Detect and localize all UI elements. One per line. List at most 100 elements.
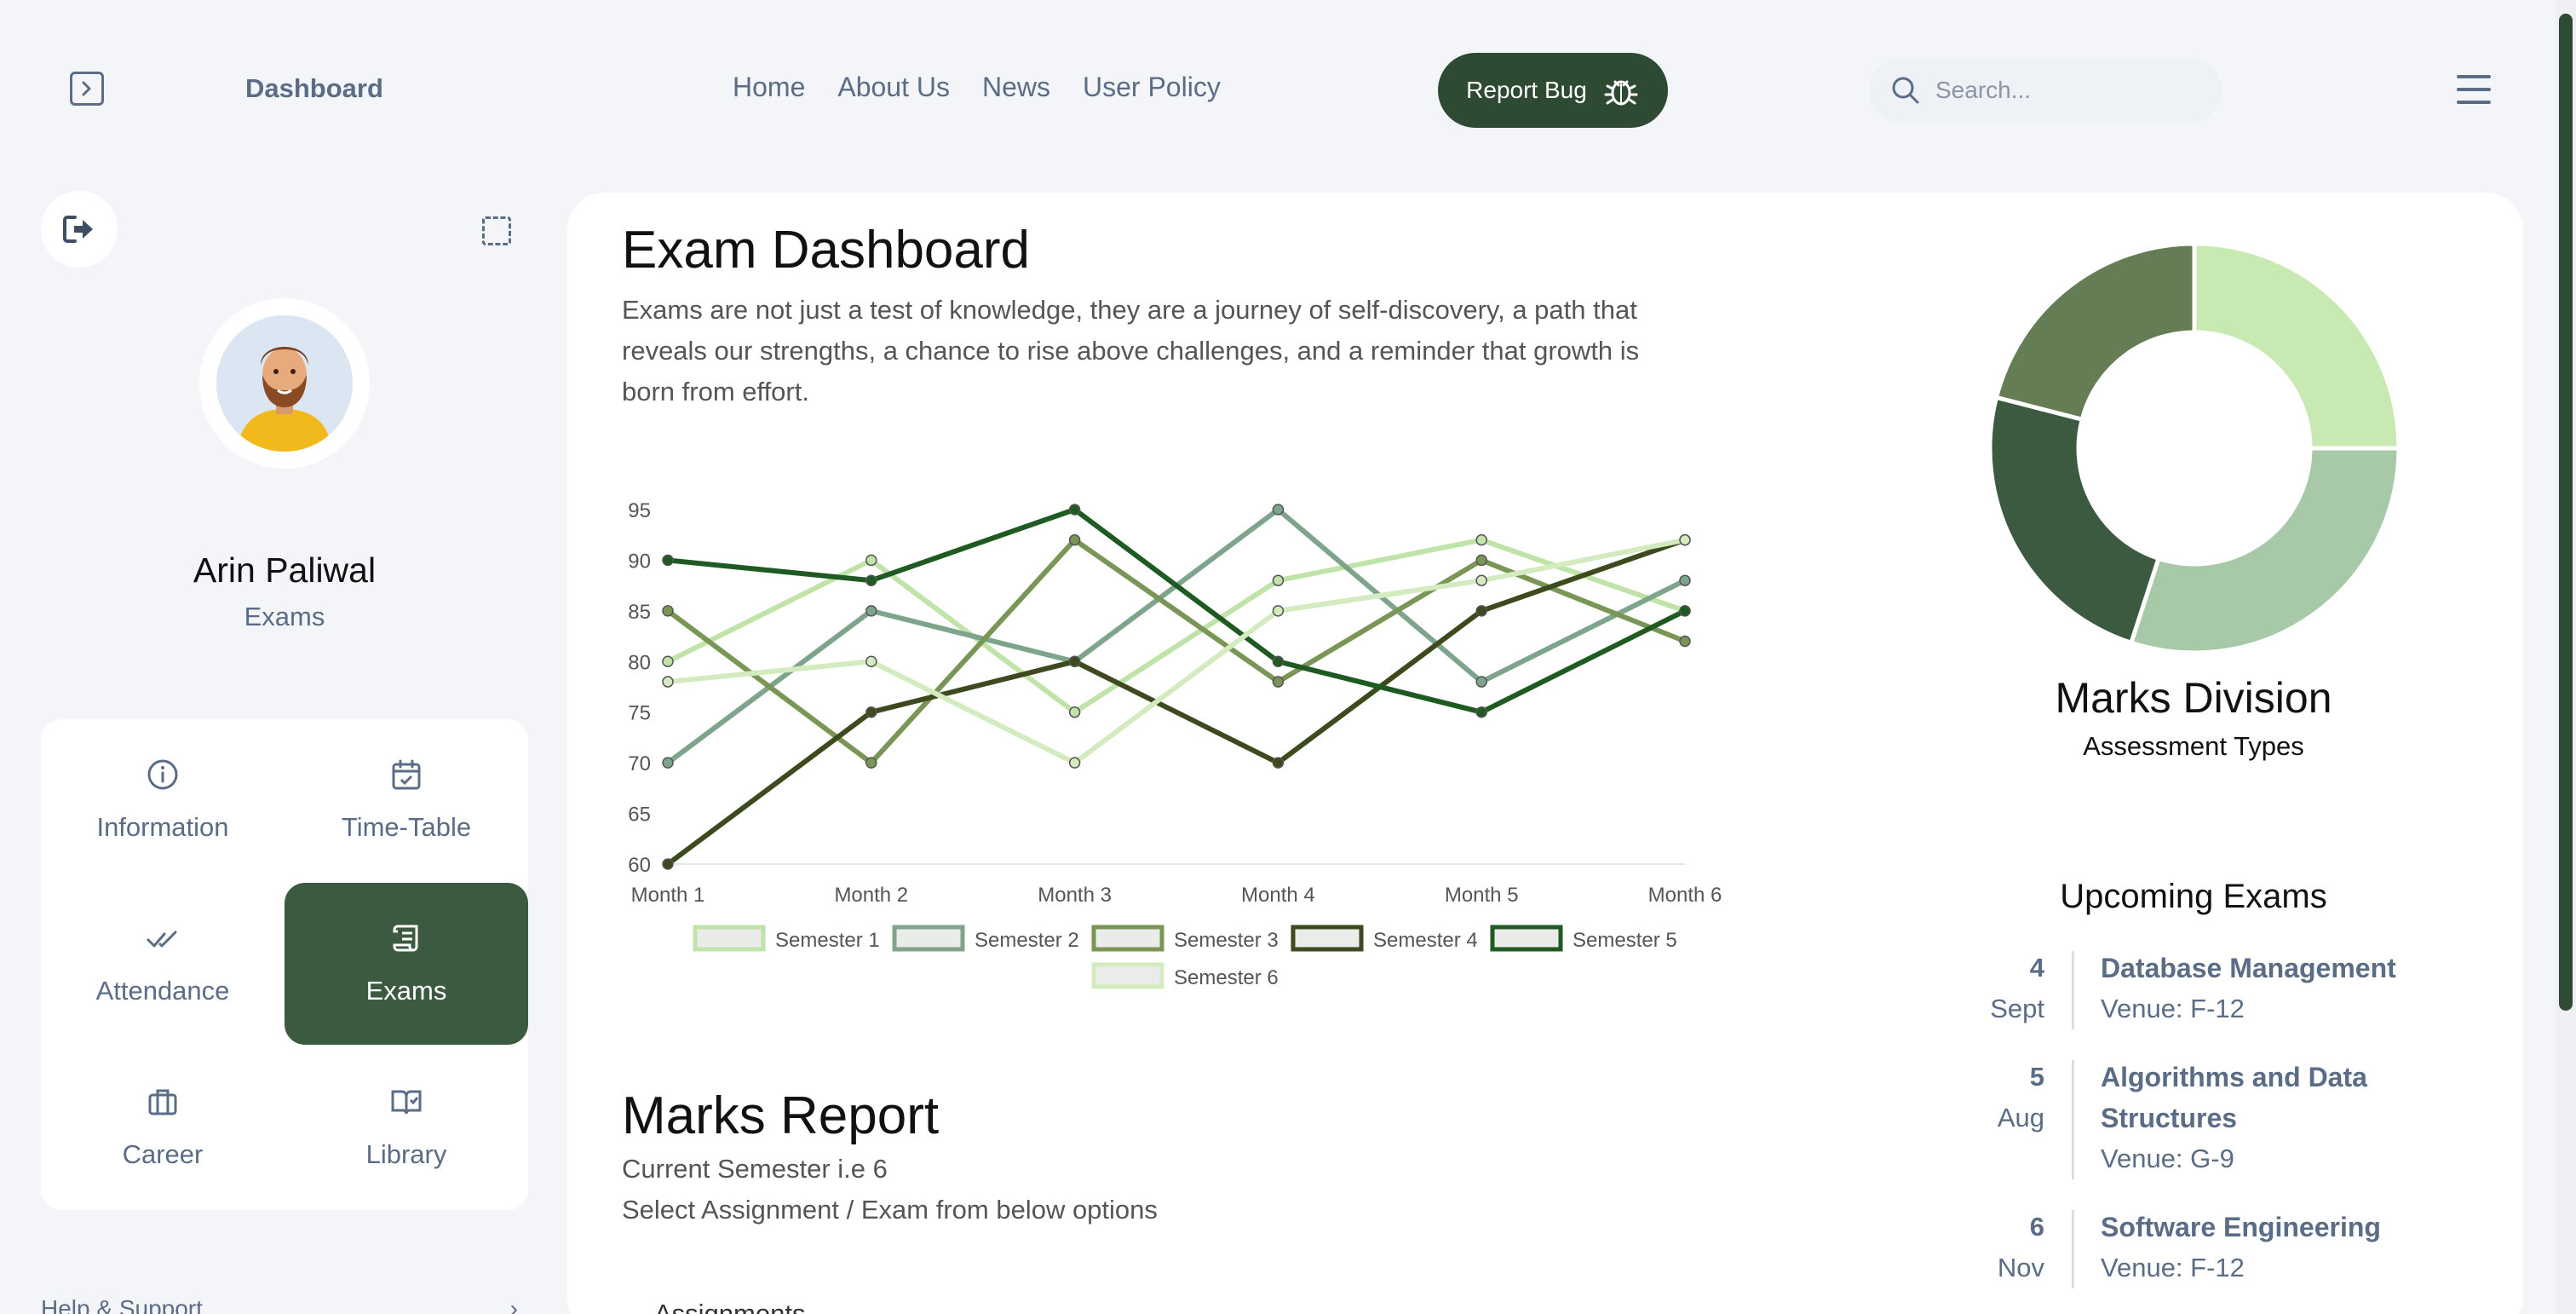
exam-venue: Venue: F-12 bbox=[2101, 994, 2245, 1023]
data-point bbox=[662, 655, 674, 668]
data-point bbox=[662, 757, 674, 769]
scrollbar-thumb[interactable] bbox=[2559, 14, 2573, 1011]
y-tick-label: 95 bbox=[628, 499, 651, 522]
data-point bbox=[1272, 605, 1285, 617]
search-input[interactable] bbox=[1935, 77, 2208, 104]
sidebar-item-attendance[interactable]: Attendance bbox=[41, 883, 285, 1045]
help-support-label: Help & Support bbox=[41, 1295, 203, 1314]
sidebar-item-exams[interactable]: Exams bbox=[285, 883, 528, 1045]
sidebar-toggle-button[interactable] bbox=[70, 72, 104, 106]
select-area-icon[interactable] bbox=[482, 216, 511, 245]
donut-slice bbox=[2192, 241, 2401, 451]
data-point bbox=[662, 676, 674, 688]
page-description: Exams are not just a test of knowledge, … bbox=[622, 295, 1640, 406]
y-tick-label: 85 bbox=[628, 601, 651, 624]
legend-swatch bbox=[1091, 925, 1164, 952]
data-point bbox=[662, 858, 674, 870]
exam-divider bbox=[2072, 1060, 2074, 1179]
exam-line-chart: 60 65 70 75 80 85 90 95 Month 1 Month 2 Month 3 Mon… bbox=[628, 499, 1722, 989]
sidebar-item-label: Exams bbox=[365, 976, 447, 1006]
x-tick-label: Month 6 bbox=[1648, 884, 1722, 907]
data-point bbox=[1475, 533, 1487, 546]
chevron-down-icon: ⌄ bbox=[839, 1299, 862, 1314]
x-tick-label: Month 3 bbox=[1038, 884, 1112, 907]
sidebar-item-label: Time-Table bbox=[341, 812, 472, 842]
legend-swatch bbox=[1291, 925, 1364, 952]
help-support-item[interactable]: Help & Support › bbox=[41, 1295, 518, 1314]
legend-swatch bbox=[1091, 962, 1164, 989]
exam-date: 5 Aug bbox=[1959, 1057, 2044, 1138]
data-point bbox=[865, 655, 877, 668]
scroll-icon bbox=[393, 925, 418, 952]
nav-news[interactable]: News bbox=[982, 72, 1050, 103]
nav-about-us[interactable]: About Us bbox=[837, 72, 950, 103]
nav-user-policy[interactable]: User Policy bbox=[1083, 72, 1221, 103]
report-bug-button[interactable]: Report Bug bbox=[1438, 53, 1668, 128]
data-point bbox=[662, 605, 674, 617]
upcoming-exam-item[interactable]: 6 Nov Software Engineering Venue: F-12 bbox=[1959, 1207, 2470, 1292]
search-box[interactable] bbox=[1869, 58, 2222, 123]
x-tick-label: Month 5 bbox=[1445, 884, 1519, 907]
sidebar-item-time-table[interactable]: Time-Table bbox=[285, 719, 528, 881]
legend-swatch bbox=[693, 925, 766, 952]
legend-swatch bbox=[892, 925, 965, 952]
dropdown-value: Assignments bbox=[654, 1299, 806, 1314]
sidebar-menu: Information Time-Table Attendance Exams … bbox=[41, 719, 528, 1210]
sidebar-item-label: Career bbox=[122, 1139, 204, 1169]
sidebar-item-library[interactable]: Library bbox=[285, 1046, 528, 1208]
donut-title: Marks Division bbox=[2055, 674, 2332, 722]
user-role: Exams bbox=[244, 602, 325, 631]
sidebar-item-career[interactable]: Career bbox=[41, 1046, 285, 1208]
brand-title[interactable]: Dashboard bbox=[245, 73, 383, 104]
y-tick-label: 90 bbox=[628, 550, 651, 573]
legend-label: Semester 2 bbox=[975, 929, 1079, 952]
bug-icon bbox=[1604, 80, 1638, 106]
data-point bbox=[865, 554, 877, 567]
marks-report-semester: Current Semester i.e 6 bbox=[622, 1154, 888, 1184]
sidebar-item-information[interactable]: Information bbox=[41, 719, 285, 881]
y-tick-label: 60 bbox=[628, 854, 651, 877]
data-point bbox=[1679, 574, 1691, 586]
page-title: Exam Dashboard bbox=[622, 221, 1031, 280]
logout-icon bbox=[63, 216, 93, 243]
nav-home[interactable]: Home bbox=[733, 72, 805, 103]
logout-button[interactable] bbox=[41, 191, 118, 268]
upcoming-exams-title: Upcoming Exams bbox=[2060, 878, 2327, 915]
data-point bbox=[865, 574, 877, 586]
legend-swatch bbox=[1490, 925, 1563, 952]
data-point bbox=[1272, 757, 1285, 769]
data-point bbox=[1475, 554, 1487, 567]
donut-subtitle: Assessment Types bbox=[2083, 731, 2304, 761]
data-point bbox=[1475, 605, 1487, 617]
user-name: Arin Paliwal bbox=[193, 550, 377, 590]
exam-month: Sept bbox=[1990, 994, 2044, 1023]
y-tick-label: 65 bbox=[628, 804, 651, 827]
exam-divider bbox=[2072, 1210, 2074, 1288]
sidebar-item-label: Information bbox=[96, 812, 229, 842]
y-tick-label: 75 bbox=[628, 702, 651, 725]
data-point bbox=[1272, 504, 1285, 516]
hamburger-menu-icon[interactable] bbox=[2457, 75, 2491, 104]
assignment-exam-dropdown[interactable]: Assignments ⌄ bbox=[654, 1299, 861, 1314]
data-point bbox=[865, 605, 877, 617]
legend-label: Semester 4 bbox=[1373, 929, 1478, 952]
data-point bbox=[865, 757, 877, 769]
sidebar-item-label: Library bbox=[365, 1139, 447, 1169]
upcoming-exam-item[interactable]: 4 Sept Database Management Venue: F-12 bbox=[1959, 948, 2470, 1033]
exam-name: Software Engineering bbox=[2101, 1212, 2381, 1242]
book-icon bbox=[391, 1090, 422, 1115]
data-point bbox=[1475, 676, 1487, 688]
sidebar-item-label: Attendance bbox=[95, 976, 230, 1006]
donut-slice bbox=[1993, 241, 2197, 423]
user-avatar-illustration bbox=[237, 347, 332, 452]
exam-venue: Venue: F-12 bbox=[2101, 1253, 2245, 1282]
marks-division-donut-chart bbox=[1987, 241, 2401, 655]
donut-slice bbox=[2128, 446, 2401, 655]
data-point bbox=[1475, 706, 1487, 718]
data-point bbox=[1068, 757, 1081, 769]
upcoming-exam-item[interactable]: 5 Aug Algorithms and Data Structures Ven… bbox=[1959, 1057, 2470, 1183]
data-point bbox=[1272, 574, 1285, 586]
data-point bbox=[1475, 574, 1487, 586]
legend-label: Semester 1 bbox=[775, 929, 880, 952]
data-point bbox=[662, 554, 674, 567]
